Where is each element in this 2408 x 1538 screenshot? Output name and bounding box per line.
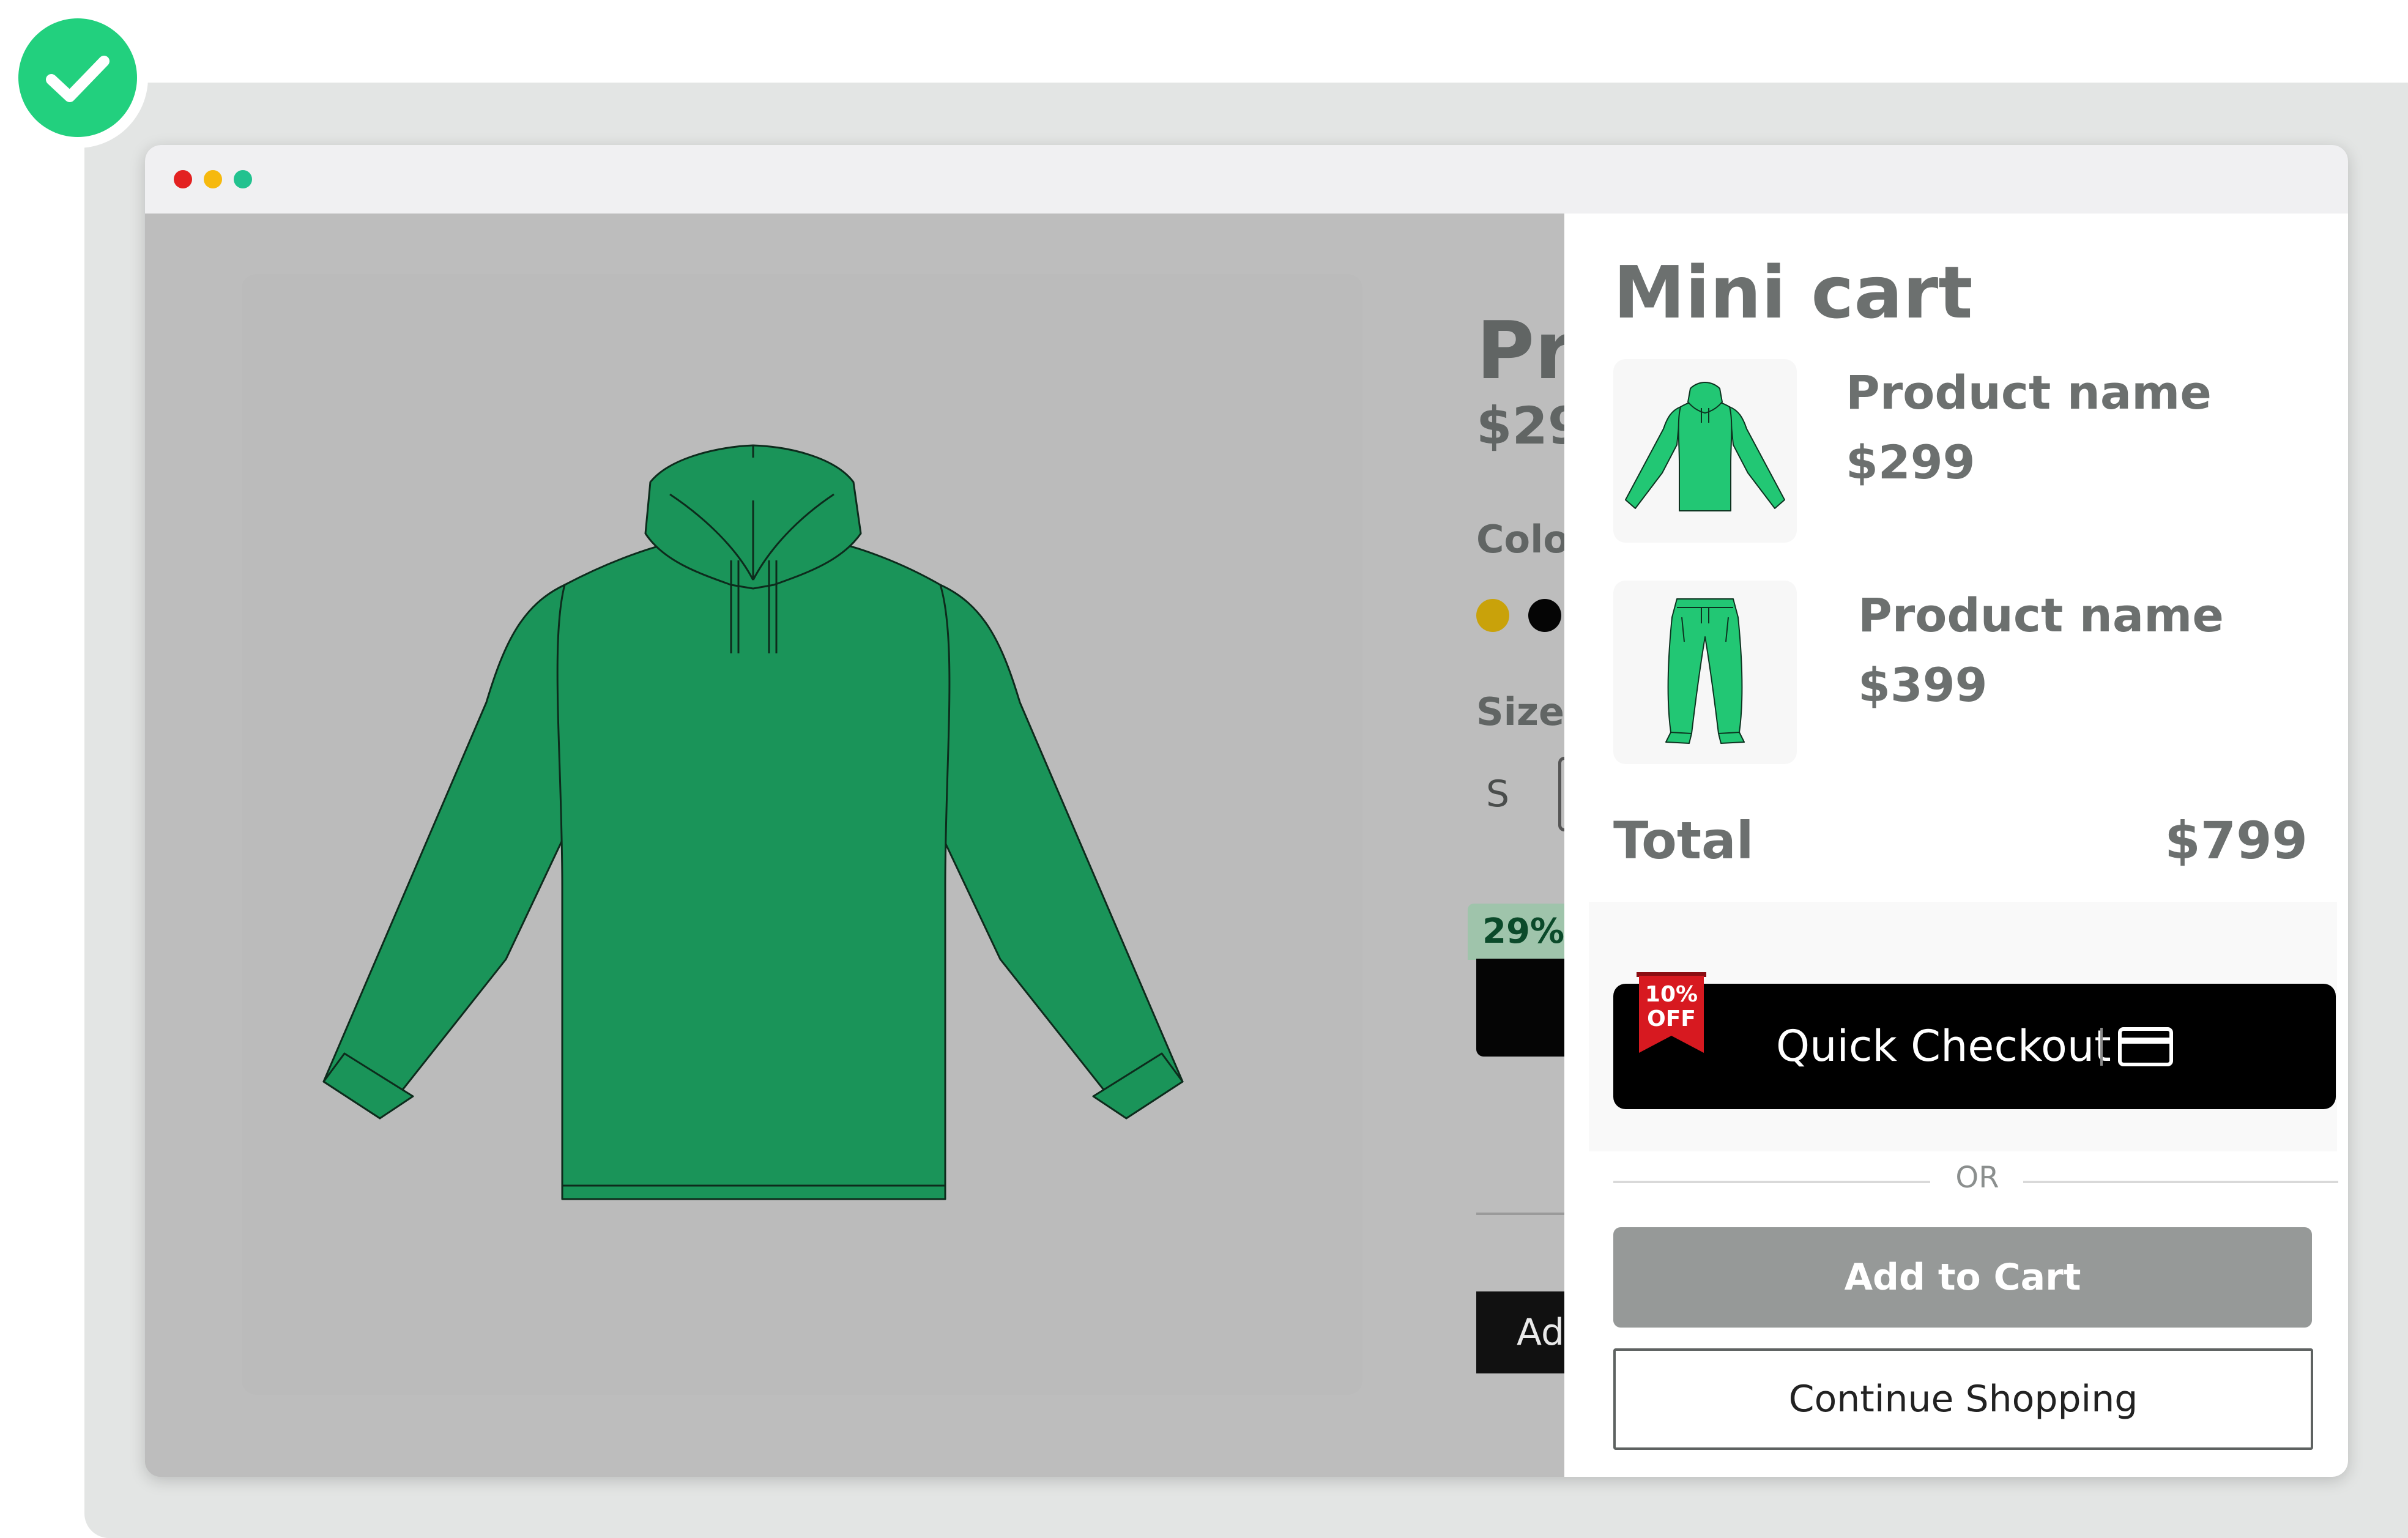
continue-shopping-button[interactable]: Continue Shopping — [1613, 1348, 2313, 1450]
product-title: Pr — [1476, 304, 1574, 397]
product-image — [242, 274, 1362, 1395]
success-check-badge — [7, 7, 148, 148]
quick-checkout-label: Quick Checkout — [1776, 1021, 2111, 1071]
color-label: Colo — [1476, 517, 1569, 562]
mini-cart-drawer: Mini cart Product name $299 Product name… — [1564, 214, 2348, 1477]
check-icon — [18, 18, 137, 137]
cart-item-price: $399 — [1858, 658, 1988, 712]
or-divider-right — [2023, 1181, 2338, 1183]
size-label: Size — [1476, 689, 1565, 734]
cart-item-name[interactable]: Product name — [1858, 588, 2224, 642]
cart-item-name[interactable]: Product name — [1846, 365, 2212, 420]
total-value: $799 — [2165, 811, 2308, 871]
joggers-icon — [1665, 598, 1745, 744]
add-to-cart-button[interactable]: Add to Cart — [1613, 1227, 2312, 1328]
ribbon-percent: 10% — [1644, 982, 1698, 1007]
or-separator: OR — [1955, 1161, 1999, 1195]
discount-ribbon-icon: 10% OFF — [1637, 972, 1706, 1057]
close-window-button[interactable] — [174, 170, 192, 188]
page-content: Pr $29 Colo Size S 29% Ad Mini cart Prod… — [145, 214, 2348, 1477]
cart-item-thumbnail-joggers — [1613, 581, 1797, 764]
cart-item-thumbnail-hoodie — [1613, 359, 1797, 543]
hoodie-icon — [322, 444, 1184, 1200]
cart-item-price: $299 — [1846, 435, 1975, 489]
or-divider-left — [1613, 1181, 1930, 1183]
total-label: Total — [1613, 811, 1754, 871]
color-swatch-black[interactable] — [1528, 599, 1561, 632]
credit-card-icon — [2118, 1027, 2173, 1066]
window-titlebar — [145, 145, 2348, 214]
quick-checkout-button[interactable]: Quick Checkout — [1613, 984, 2336, 1109]
hoodie-icon — [1625, 382, 1785, 511]
color-swatch-gold[interactable] — [1476, 599, 1509, 632]
quick-checkout-separator — [2100, 1028, 2103, 1066]
browser-window: Pr $29 Colo Size S 29% Ad Mini cart Prod… — [145, 145, 2348, 1477]
minimize-window-button[interactable] — [204, 170, 222, 188]
mini-cart-title: Mini cart — [1613, 250, 1973, 335]
maximize-window-button[interactable] — [234, 170, 252, 188]
ribbon-off: OFF — [1647, 1006, 1696, 1031]
size-option-s[interactable]: S — [1486, 773, 1509, 815]
